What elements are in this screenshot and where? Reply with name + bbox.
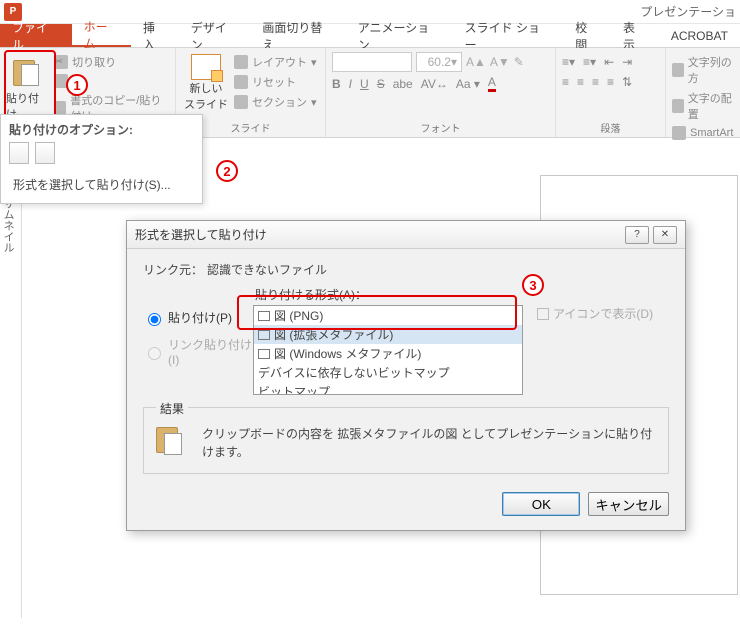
cancel-button[interactable]: キャンセル [588,492,669,516]
image-icon [258,311,270,321]
layout-icon [234,55,248,69]
radio-link-input [148,347,161,360]
help-button[interactable]: ? [625,226,649,244]
smartart-icon [672,126,686,140]
result-icon [156,425,190,463]
format-label: 貼り付ける形式(A)： [255,286,669,303]
scissors-icon: ✂ [54,55,68,69]
reset-button[interactable]: リセット [234,72,317,92]
tab-animations[interactable]: アニメーション [346,24,453,47]
tab-insert[interactable]: 挿入 [131,24,179,47]
format-listbox[interactable]: 図 (PNG) 図 (拡張メタファイル) 図 (Windows メタファイル) … [253,305,523,395]
numbering-button[interactable]: ≡▾ [583,55,596,69]
indent-out-button[interactable]: ⇤ [604,55,614,69]
ribbon-tabs: ファイル ホーム 挿入 デザイン 画面切り替え アニメーション スライド ショー… [0,24,740,48]
callout-2: 2 [216,160,238,182]
tab-slideshow[interactable]: スライド ショー [453,24,564,47]
cut-button[interactable]: ✂ 切り取り [54,52,169,72]
list-item-emf[interactable]: 図 (拡張メタファイル) [254,325,522,344]
dialog-titlebar[interactable]: 形式を選択して貼り付け ? ✕ [127,221,685,249]
radio-paste[interactable]: 貼り付け(P) [143,309,253,326]
group-paragraph-extra: 文字列の方 文字の配置 SmartArt [666,48,740,137]
bold-button[interactable]: B [332,77,341,91]
checkbox-icon [537,308,549,320]
strike-button[interactable]: S [377,77,385,91]
new-slide-icon [191,54,221,80]
new-slide-label: 新しい スライド [184,80,228,112]
text-align-button[interactable]: 文字の配置 [672,88,734,124]
image-icon [258,330,270,340]
paste-option-picture[interactable] [35,142,55,164]
text-direction-button[interactable]: 文字列の方 [672,52,734,88]
icon-display-checkbox: アイコンで表示(D) [537,305,653,322]
text-dir-icon [672,63,684,77]
align-center-button[interactable]: ≡ [577,75,584,89]
group-paragraph-label: 段落 [562,120,659,135]
list-item-png[interactable]: 図 (PNG) [254,306,522,325]
case-button[interactable]: Aa ▾ [456,77,480,91]
spacing-button[interactable]: AV↔ [421,77,448,91]
group-font: 60.2 ▾ A▲ A▼ ✎ B I U S abe AV↔ Aa ▾ A フォ… [326,48,556,137]
tab-review[interactable]: 校閲 [563,24,611,47]
new-slide-button[interactable]: 新しい スライド [182,52,230,112]
align-left-button[interactable]: ≡ [562,75,569,89]
document-title: プレゼンテーショ [640,3,740,20]
indent-in-button[interactable]: ⇥ [622,55,632,69]
tab-file[interactable]: ファイル [0,24,72,47]
paste-options-title: 貼り付けのオプション: [1,115,202,142]
list-item-dib[interactable]: デバイスに依存しないビットマップ [254,363,522,382]
grow-font-icon[interactable]: A▲ [466,55,486,69]
link-source-value: 認識できないファイル [207,261,327,278]
ok-button[interactable]: OK [502,492,580,516]
group-paragraph: ≡▾ ≡▾ ⇤ ⇥ ≡ ≡ ≡ ≡ ⇅ 段落 [556,48,666,137]
radio-paste-input[interactable] [148,313,161,326]
italic-button[interactable]: I [349,77,352,91]
tab-home[interactable]: ホーム [72,24,131,47]
tab-design[interactable]: デザイン [179,24,251,47]
paste-option-keep-source[interactable] [9,142,29,164]
line-spacing-button[interactable]: ⇅ [622,75,632,89]
group-font-label: フォント [332,120,549,135]
list-item-wmf[interactable]: 図 (Windows メタファイル) [254,344,522,363]
paste-icon [13,56,41,88]
image-icon [258,349,270,359]
brush-icon [54,101,66,115]
paste-options-panel: 貼り付けのオプション: 形式を選択して貼り付け(S)... [0,114,203,204]
paste-special-dialog: 形式を選択して貼り付け ? ✕ リンク元： 認識できないファイル 貼り付ける形式… [126,220,686,531]
smartart-button[interactable]: SmartArt [672,124,734,142]
list-item-bmp[interactable]: ビットマップ [254,382,522,395]
tab-transitions[interactable]: 画面切り替え [250,24,345,47]
layout-button[interactable]: レイアウト ▾ [234,52,317,72]
thumbnail-pane[interactable]: サムネイル [0,138,22,618]
bullets-button[interactable]: ≡▾ [562,55,575,69]
link-source-label: リンク元： [143,261,207,278]
font-color-button[interactable]: A [488,75,496,92]
justify-button[interactable]: ≡ [607,75,614,89]
dialog-title: 形式を選択して貼り付け [135,226,267,243]
copy-button[interactable] [54,72,169,90]
clear-format-icon[interactable]: ✎ [514,55,524,69]
result-fieldset: 結果 クリップボードの内容を 拡張メタファイルの図 としてプレゼンテーションに貼… [143,407,669,474]
radio-link-paste: リンク貼り付け(I) [143,336,253,367]
result-label: 結果 [156,400,188,417]
font-family-select[interactable] [332,52,412,72]
text-align-icon [672,99,684,113]
section-button[interactable]: セクション ▾ [234,92,317,112]
copy-icon [54,74,68,88]
shrink-font-icon[interactable]: A▼ [490,55,510,69]
reset-icon [234,75,248,89]
align-right-button[interactable]: ≡ [592,75,599,89]
font-size-select[interactable]: 60.2 ▾ [416,52,462,72]
shadow-button[interactable]: abe [393,77,413,91]
tab-acrobat[interactable]: ACROBAT [659,24,740,47]
tab-view[interactable]: 表示 [611,24,659,47]
paste-special-menu-item[interactable]: 形式を選択して貼り付け(S)... [5,170,198,199]
section-icon [234,95,248,109]
cut-label: 切り取り [72,54,116,70]
underline-button[interactable]: U [360,77,369,91]
close-button[interactable]: ✕ [653,226,677,244]
result-text: クリップボードの内容を 拡張メタファイルの図 としてプレゼンテーションに貼り付け… [202,425,656,461]
